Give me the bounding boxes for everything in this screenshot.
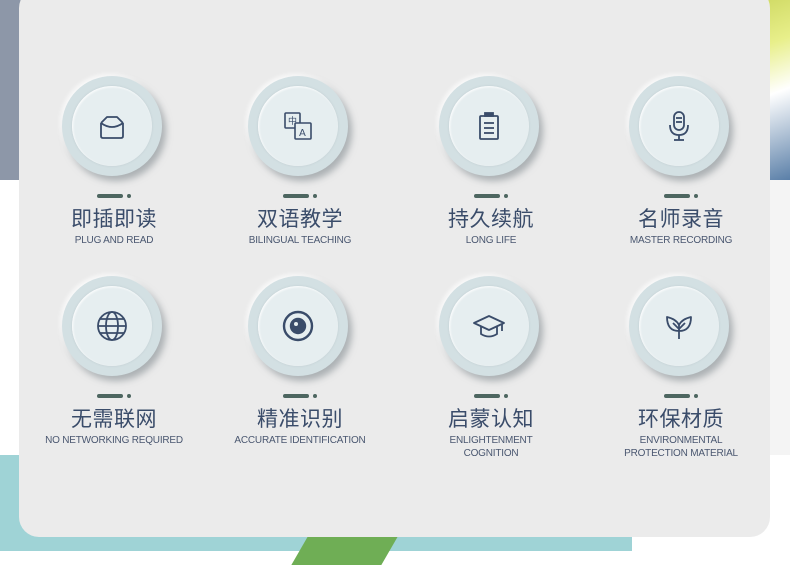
feature-title: 环保材质 bbox=[638, 408, 724, 431]
feature-environmental-material: 环保材质 ENVIRONMENTAL PROTECTION MATERIAL bbox=[586, 276, 776, 460]
feature-subtitle: NO NETWORKING REQUIRED bbox=[45, 435, 183, 446]
divider bbox=[97, 194, 131, 198]
graduation-cap-icon bbox=[472, 309, 506, 343]
feature-no-networking: 无需联网 NO NETWORKING REQUIRED bbox=[19, 276, 209, 447]
feature-long-life: 持久续航 LONG LIFE bbox=[396, 76, 586, 247]
divider bbox=[664, 194, 698, 198]
feature-title: 启蒙认知 bbox=[448, 408, 534, 431]
feature-plug-and-read: 即插即读 PLUG AND READ bbox=[19, 76, 209, 247]
background-green-shape bbox=[291, 535, 399, 565]
feature-title: 双语教学 bbox=[257, 208, 343, 231]
microphone-icon bbox=[662, 109, 696, 143]
feature-subtitle: PLUG AND READ bbox=[74, 235, 154, 246]
feature-subtitle: MASTER RECORDING bbox=[629, 235, 733, 246]
divider bbox=[664, 394, 698, 398]
feature-subtitle: ACCURATE IDENTIFICATION bbox=[234, 435, 366, 446]
globe-icon bbox=[95, 309, 129, 343]
svg-text:A: A bbox=[299, 128, 306, 139]
features-card: 即插即读 PLUG AND READ 中 A 双语教学 BILINGUAL TE… bbox=[19, 0, 770, 537]
feature-accurate-identification: 精准识别 ACCURATE IDENTIFICATION bbox=[205, 276, 395, 447]
feature-subtitle: ENLIGHTENMENT COGNITION bbox=[449, 435, 533, 459]
feature-subtitle: LONG LIFE bbox=[465, 235, 517, 246]
divider bbox=[474, 394, 508, 398]
battery-icon bbox=[472, 109, 506, 143]
feature-title: 精准识别 bbox=[257, 408, 343, 431]
divider bbox=[283, 194, 317, 198]
divider bbox=[283, 394, 317, 398]
svg-text:中: 中 bbox=[288, 115, 297, 127]
feature-title: 即插即读 bbox=[71, 208, 157, 231]
feature-master-recording: 名师录音 MASTER RECORDING bbox=[586, 76, 776, 247]
feature-title: 持久续航 bbox=[448, 208, 534, 231]
feature-subtitle: BILINGUAL TEACHING bbox=[248, 235, 352, 246]
translate-icon: 中 A bbox=[281, 109, 315, 143]
divider bbox=[474, 194, 508, 198]
feature-title: 无需联网 bbox=[71, 408, 157, 431]
sprout-icon bbox=[662, 309, 696, 343]
feature-title: 名师录音 bbox=[638, 208, 724, 231]
feature-subtitle: ENVIRONMENTAL PROTECTION MATERIAL bbox=[624, 435, 738, 459]
plug-icon bbox=[95, 109, 129, 143]
divider bbox=[97, 394, 131, 398]
target-icon bbox=[281, 309, 315, 343]
feature-bilingual-teaching: 中 A 双语教学 BILINGUAL TEACHING bbox=[205, 76, 395, 247]
feature-enlightenment-cognition: 启蒙认知 ENLIGHTENMENT COGNITION bbox=[396, 276, 586, 460]
